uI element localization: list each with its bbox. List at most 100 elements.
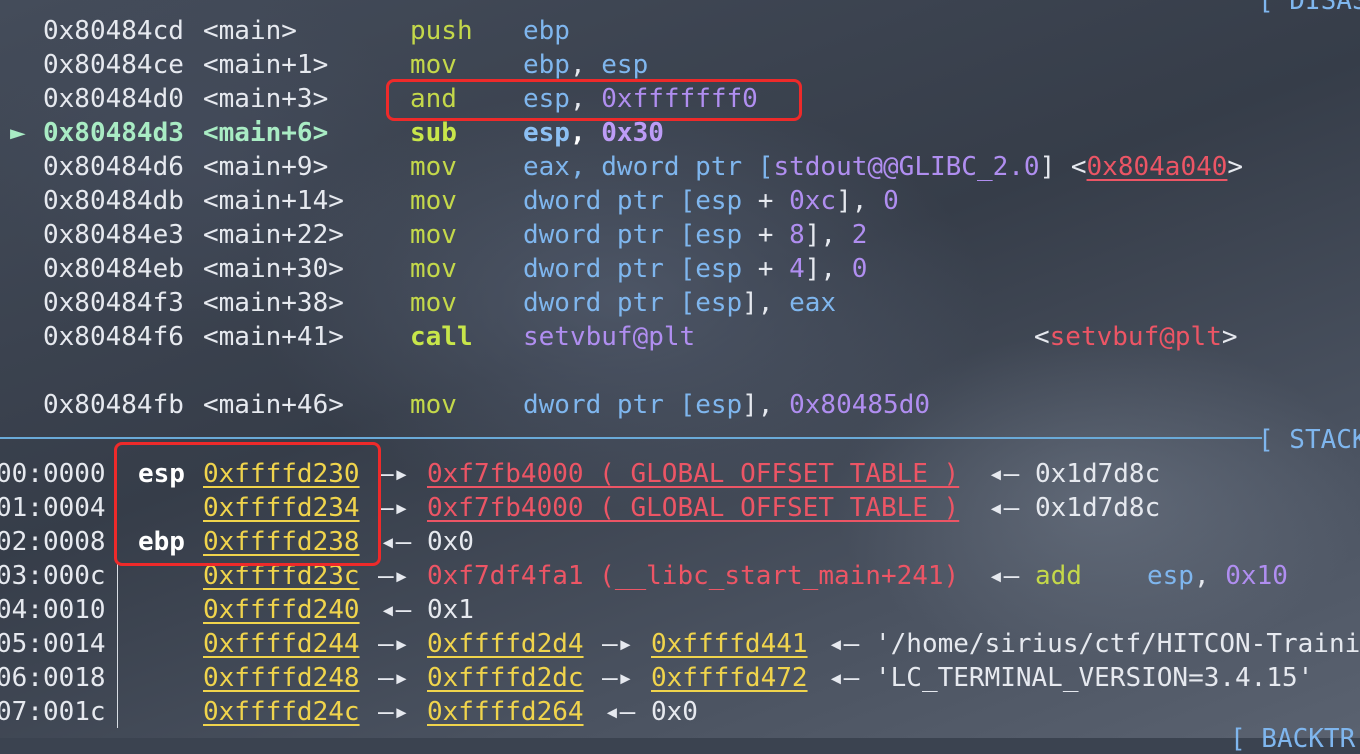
stack-value: 0xf7df4fa1 (__libc_start_main+241) [427,561,960,591]
operand-immediate: 8 [789,220,805,250]
instr-symbol: <main+30> [203,254,344,284]
stack-index: 05:0014 [0,629,106,659]
back-arrow: ◂— [988,561,1020,591]
pointer-arrow: —▸ [602,663,634,693]
instr-opcode: mov [410,186,457,216]
operand-reg: esp [523,118,570,148]
instr-opcode: mov [410,152,457,182]
operand-immediate: 0x30 [601,118,664,148]
instr-address: 0x80484cd [43,16,184,46]
pointer-arrow: —▸ [378,697,410,727]
instr-address: 0x80484d6 [43,152,184,182]
operand-reg: eax [789,288,837,318]
stack-pointer: 0xffffd2dc [427,663,584,693]
operand-reg: esp [695,288,743,318]
pointer-arrow: —▸ [378,459,410,489]
operand-reg: esp [695,390,743,420]
instr-address: 0x80484e3 [43,220,184,250]
instr-opcode: push [410,16,473,46]
instr-opcode: mov [410,390,457,420]
operand-text: dword ptr [ [523,220,696,250]
stack-index: 07:001c [0,697,106,727]
operand-immediate: 0xc [789,186,837,216]
operand-text: ], [804,220,852,250]
instr-address: 0x80484fb [43,390,184,420]
operand-address: 0x804a040 [1086,152,1228,182]
instr-address: 0x80484ce [43,50,184,80]
instr-operands: dword ptr [esp + 8], 2 [523,220,867,250]
operand-text: ], [804,254,852,284]
operand-reg: ebp [523,50,570,80]
instr-address: 0x80484eb [43,254,184,284]
instr-operands: dword ptr [esp], eax [523,288,836,318]
instr-opcode: call [410,322,473,352]
call-target: setvbuf@plt [523,322,696,352]
stack-pointer: 0xffffd264 [427,697,584,727]
operand-immediate: 0 [851,254,868,284]
stack-address: 0xffffd248 [203,663,360,693]
deref-instruction-opcode: add [1035,561,1082,591]
call-target-annotation: <setvbuf@plt> [1034,322,1238,352]
stack-pointer: 0xffffd441 [651,629,808,659]
instr-symbol: <main+1> [203,50,329,80]
stack-deref-value: 0x0 [651,697,698,727]
instr-address: 0x80484d0 [43,84,184,114]
operand-immediate: 2 [851,220,868,250]
back-arrow: ◂— [828,663,860,693]
operand-text: dword ptr [ [523,186,696,216]
deref-instruction-operands: esp, 0x10 [1147,561,1288,591]
stack-deref-value: 0x0 [427,527,474,557]
pointer-arrow: —▸ [378,561,410,591]
stack-value: 0xf7fb4000 (_GLOBAL_OFFSET_TABLE_) [427,459,960,489]
back-arrow: ◂— [988,459,1020,489]
operand-text: ], [836,186,884,216]
back-arrow: ◂— [604,697,636,727]
instr-symbol: <main+22> [203,220,344,250]
stack-index: 00:0000 [0,459,106,489]
instr-operands: ebp, esp [523,50,648,80]
operand-text: dword ptr [ [523,390,696,420]
back-arrow: ◂— [380,527,412,557]
instr-operand: ebp [523,16,570,46]
instr-operands: eax, dword ptr [stdout@@GLIBC_2.0] <0x80… [523,152,1243,182]
instr-operands: dword ptr [esp], 0x80485d0 [523,390,930,420]
stack-address: 0xffffd24c [203,697,360,727]
stack-section-header: [ STACK [1258,425,1360,455]
instr-symbol: <main+41> [203,322,344,352]
instr-address: 0x80484d3 [43,118,184,148]
instr-operands: esp, 0x30 [523,118,664,148]
instr-opcode: mov [410,50,457,80]
stack-gutter-line [117,562,118,728]
instr-opcode: mov [410,254,457,284]
operand-reg: esp [695,220,743,250]
instr-symbol: <main+46> [203,390,344,420]
back-arrow: ◂— [380,595,412,625]
instr-symbol: <main+6> [203,118,329,148]
stack-index: 03:000c [0,561,106,591]
back-arrow: ◂— [828,629,860,659]
stack-index: 06:0018 [0,663,106,693]
instr-symbol: <main+14> [203,186,344,216]
annotation-bracket: > [1221,322,1238,352]
operand-text: > [1227,152,1244,182]
operand-text: ], [742,288,790,318]
operand-sep: , [569,118,602,148]
stack-index: 01:0004 [0,493,106,523]
instr-address: 0x80484f6 [43,322,184,352]
instr-symbol: <main+38> [203,288,344,318]
annotation-bracket: < [1034,322,1050,352]
operand-text: + [742,186,790,216]
backtrace-section-header: [ BACKTR [1230,724,1356,754]
operand-text: dword ptr [ [523,288,696,318]
stack-pointer: 0xffffd2d4 [427,629,584,659]
instr-opcode: sub [410,118,457,148]
stack-string-value: 'LC_TERMINAL_VERSION=3.4.15' [875,663,1314,693]
pointer-arrow: —▸ [378,493,410,523]
pointer-arrow: —▸ [602,629,634,659]
stack-deref-value: 0x1d7d8c [1035,493,1161,523]
current-instruction-marker: ► [10,118,26,148]
instr-address: 0x80484f3 [43,288,184,318]
instr-operands: dword ptr [esp + 0xc], 0 [523,186,899,216]
stack-index: 02:0008 [0,527,106,557]
operand-text: + [742,220,790,250]
